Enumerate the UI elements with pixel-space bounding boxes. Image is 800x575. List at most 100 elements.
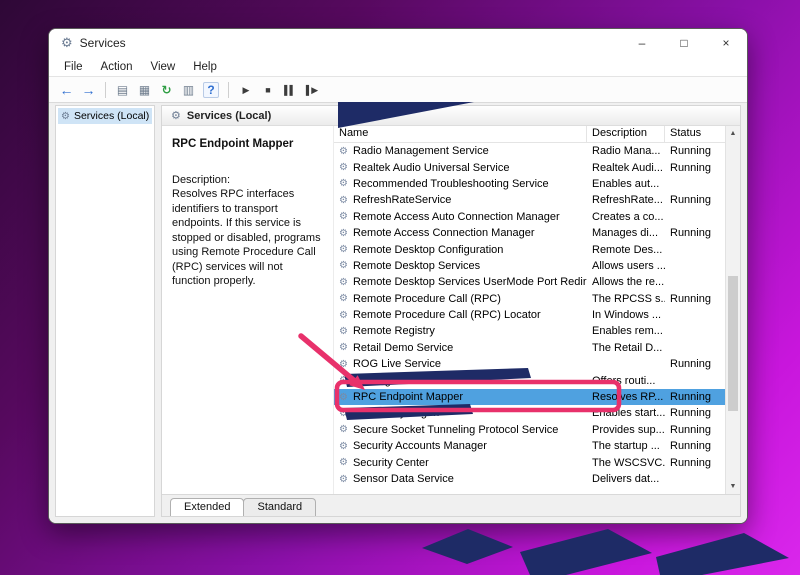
service-gear-icon: ⚙ [339,211,348,222]
service-gear-icon: ⚙ [339,326,348,337]
service-status-cell: Running [665,162,725,174]
Remote Access Connection Manager[interactable]: ⚙ Remote Access Connection Manager Manag… [334,225,725,241]
Realtek Audio Universal Service[interactable]: ⚙ Realtek Audio Universal Service Realte… [334,159,725,175]
tree-item-services-local[interactable]: ⚙ Services (Local) [58,108,152,124]
export-list-icon[interactable]: ▥ [179,81,198,99]
scrollbar-track[interactable] [726,141,740,479]
service-name: Security Center [353,457,429,469]
column-header-name[interactable]: Name [334,126,587,142]
Radio Management Service[interactable]: ⚙ Radio Management Service Radio Mana...… [334,143,725,159]
service-description-cell: Radio Mana... [587,145,665,157]
Secure Socket Tunneling Protocol Service[interactable]: ⚙ Secure Socket Tunneling Protocol Servi… [334,422,725,438]
scroll-down-icon[interactable]: ▼ [726,479,740,494]
menu-item[interactable]: File [55,59,92,75]
Remote Registry[interactable]: ⚙ Remote Registry Enables rem... [334,323,725,339]
Security Center[interactable]: ⚙ Security Center The WSCSVC... Running [334,454,725,470]
Security Accounts Manager[interactable]: ⚙ Security Accounts Manager The startup … [334,438,725,454]
column-header-description[interactable]: Description [587,126,665,142]
Remote Procedure Call (RPC) Locator[interactable]: ⚙ Remote Procedure Call (RPC) Locator In… [334,307,725,323]
service-description-cell: Allows the re... [587,276,665,288]
menu-item[interactable]: Action [92,59,142,75]
Remote Procedure Call (RPC)[interactable]: ⚙ Remote Procedure Call (RPC) The RPCSS … [334,291,725,307]
service-name-cell: ⚙ Realtek Audio Universal Service [334,162,587,174]
Retail Demo Service[interactable]: ⚙ Retail Demo Service The Retail D... [334,340,725,356]
service-gear-icon: ⚙ [339,310,348,321]
service-status-cell: Running [665,227,725,239]
menubar: File Action View Help [49,57,747,77]
service-name-cell: ⚙ Remote Procedure Call (RPC) Locator [334,309,587,321]
service-name: Recommended Troubleshooting Service [353,178,549,190]
maximize-button[interactable]: □ [663,29,705,57]
Remote Desktop Services[interactable]: ⚙ Remote Desktop Services Allows users .… [334,258,725,274]
service-gear-icon: ⚙ [339,408,348,419]
Remote Desktop Configuration[interactable]: ⚙ Remote Desktop Configuration Remote De… [334,241,725,257]
vertical-scrollbar[interactable]: ▲ ▼ [725,126,740,494]
toolbar-separator [228,82,229,98]
minimize-button[interactable]: – [621,29,663,57]
service-name-cell: ⚙ Secondary Logon [334,407,587,419]
Remote Access Auto Connection Manager[interactable]: ⚙ Remote Access Auto Connection Manager … [334,209,725,225]
services-app-icon: ⚙ [61,35,73,51]
back-icon[interactable]: ← [57,81,76,99]
Sensor Data Service[interactable]: ⚙ Sensor Data Service Delivers dat... [334,471,725,487]
close-button[interactable]: × [705,29,747,57]
service-name: Realtek Audio Universal Service [353,162,510,174]
refresh-icon[interactable]: ↻ [157,81,176,99]
tree-item-label: Services (Local) [74,110,149,122]
scroll-up-icon[interactable]: ▲ [726,126,740,141]
Secondary Logon[interactable]: ⚙ Secondary Logon Enables start... Runni… [334,405,725,421]
RPC Endpoint Mapper[interactable]: ⚙ RPC Endpoint Mapper Resolves RP... Run… [334,389,725,405]
help-icon[interactable]: ? [203,82,219,98]
ROG Live Service[interactable]: ⚙ ROG Live Service Running [334,356,725,372]
service-name: Remote Desktop Configuration [353,244,503,256]
scrollbar-thumb[interactable] [728,276,738,411]
Remote Desktop Services UserMode Port Redirector[interactable]: ⚙ Remote Desktop Services UserMode Port … [334,274,725,290]
service-name: Retail Demo Service [353,342,453,354]
titlebar: ⚙ Services – □ × [49,29,747,57]
main-area: ⚙ Services (Local) ⚙ Services (Local) RP… [49,103,747,523]
description-label: Description: [172,174,323,186]
service-description-cell: Realtek Audi... [587,162,665,174]
service-name-cell: ⚙ Recommended Troubleshooting Service [334,178,587,190]
pane-header-label: Services (Local) [187,110,271,122]
service-status-cell: Running [665,407,725,419]
show-console-tree-icon[interactable]: ▤ [113,81,132,99]
service-name: ROG Live Service [353,358,441,370]
service-status-cell: Running [665,424,725,436]
start-service-icon[interactable]: ▶ [236,81,255,99]
restart-service-icon[interactable]: ▌▶ [302,81,321,99]
service-status-cell: Running [665,194,725,206]
services-table: Name Description Status ⚙ Radio Manageme… [334,126,725,494]
service-name-cell: ⚙ Remote Procedure Call (RPC) [334,293,587,305]
service-description-cell: Creates a co... [587,211,665,223]
Recommended Troubleshooting Service[interactable]: ⚙ Recommended Troubleshooting Service En… [334,176,725,192]
console-tree: ⚙ Services (Local) [55,105,155,517]
service-gear-icon: ⚙ [339,392,348,403]
service-description-cell: Provides sup... [587,424,665,436]
service-name: Remote Procedure Call (RPC) Locator [353,309,541,321]
service-gear-icon: ⚙ [339,146,348,157]
service-gear-icon: ⚙ [339,359,348,370]
pause-service-icon[interactable]: ▌▌ [280,81,299,99]
service-description-cell: Offers routi... [587,375,665,387]
navy-chevron [656,533,789,575]
services-panel: ⚙ Services (Local) RPC Endpoint Mapper D… [161,105,741,517]
forward-icon[interactable]: → [79,81,98,99]
column-header-status[interactable]: Status [665,126,725,142]
stop-service-icon[interactable]: ■ [258,81,277,99]
properties-icon[interactable]: ▦ [135,81,154,99]
menu-item[interactable]: View [142,59,185,75]
service-name-cell: ⚙ Routing and Remote Access [334,375,587,387]
menu-item[interactable]: Help [184,59,226,75]
service-status-cell: Running [665,293,725,305]
tab-extended[interactable]: Extended [170,498,244,516]
desktop-background: ⚙ Services – □ × File Action View Help ← [0,0,800,575]
service-name: Routing and Remote Access [353,375,492,387]
RefreshRateService[interactable]: ⚙ RefreshRateService RefreshRate... Runn… [334,192,725,208]
tab-standard[interactable]: Standard [243,498,316,516]
service-name: Secondary Logon [353,407,439,419]
service-name-cell: ⚙ RPC Endpoint Mapper [334,391,587,403]
service-gear-icon: ⚙ [339,228,348,239]
service-gear-icon: ⚙ [339,293,348,304]
Routing and Remote Access[interactable]: ⚙ Routing and Remote Access Offers routi… [334,372,725,388]
